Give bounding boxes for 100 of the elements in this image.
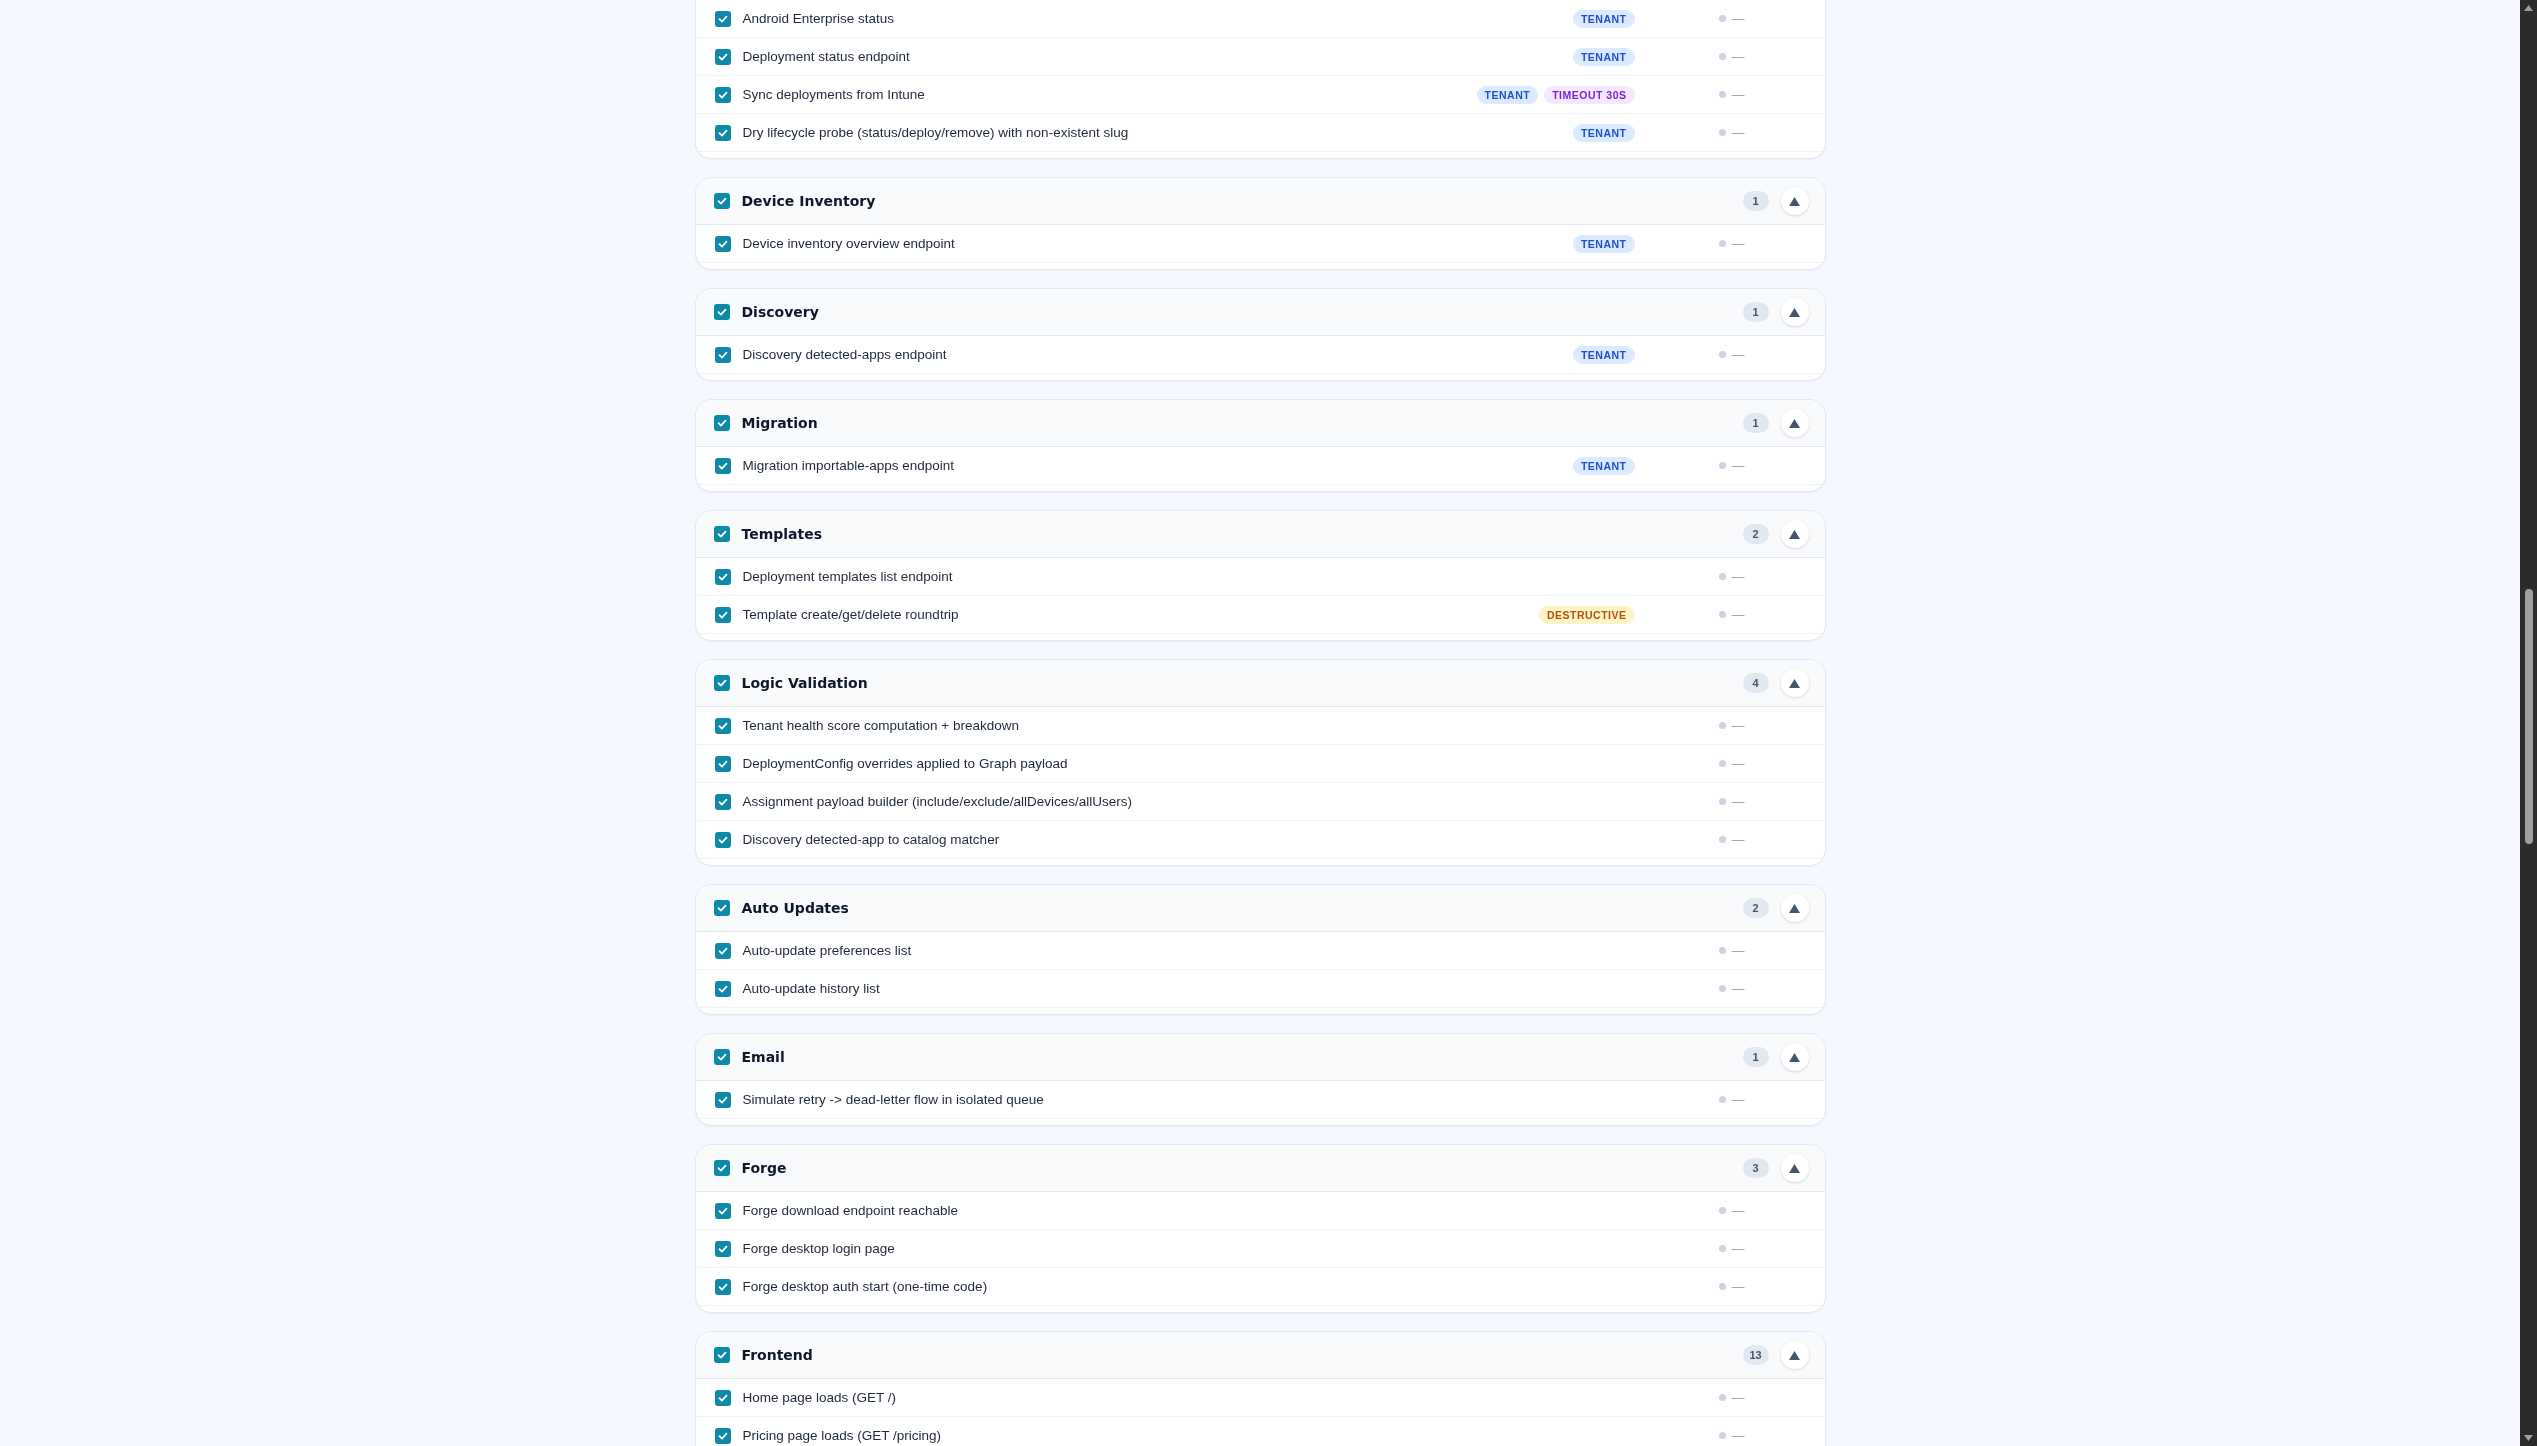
result-text: — [1731,236,1745,251]
test-checkbox[interactable] [714,10,731,27]
collapse-button[interactable] [1780,1043,1809,1071]
scrollbar[interactable] [2520,0,2537,1446]
test-checkbox[interactable] [714,793,731,810]
count-badge: 1 [1742,191,1769,211]
test-checkbox[interactable] [714,980,731,997]
group-title: Logic Validation [741,675,869,691]
group-title: Device Inventory [741,193,877,209]
result-text: — [1731,1428,1745,1443]
test-checkbox[interactable] [714,942,731,959]
test-checkbox[interactable] [714,86,731,103]
status-dot [1718,240,1726,247]
status-dot [1718,129,1726,136]
status-dot [1718,1283,1726,1290]
test-label: Discovery detected-app to catalog matcher [742,832,1001,847]
status-dot [1718,798,1726,805]
test-label: Auto-update preferences list [742,943,913,958]
checkmark-icon [715,417,728,429]
test-checkbox[interactable] [714,1240,731,1257]
test-checkbox[interactable] [714,457,731,474]
count-badge: 1 [1742,1047,1769,1067]
result-text: — [1731,981,1745,996]
test-checkbox[interactable] [714,568,731,585]
group-checkbox[interactable] [713,675,730,691]
test-label: DeploymentConfig overrides applied to Graph payload [742,756,1069,771]
test-checkbox[interactable] [714,831,731,848]
checkmark-icon [715,1162,728,1174]
status-dot [1718,1207,1726,1214]
test-checkbox[interactable] [714,1091,731,1108]
tenant-tag: TENANT [1572,9,1635,28]
tenant-tag: TENANT [1572,345,1635,364]
checkmark-icon [715,528,728,540]
test-checkbox[interactable] [714,1427,731,1444]
count-badge: 1 [1742,302,1769,322]
test-label: Pricing page loads (GET /pricing) [742,1428,943,1443]
triangle-up-icon [1789,196,1800,206]
test-checkbox[interactable] [714,124,731,141]
destructive-tag: DESTRUCTIVE [1538,605,1635,624]
group-title: Email [741,1049,786,1065]
result-text: — [1731,718,1745,733]
result-text: — [1731,794,1745,809]
count-badge: 1 [1742,413,1769,433]
group-checkbox[interactable] [713,415,730,431]
count-badge: 4 [1742,673,1769,693]
status-dot [1718,985,1726,992]
tenant-tag: TENANT [1476,85,1539,104]
triangle-up-icon [1789,307,1800,317]
status-dot [1718,760,1726,767]
collapse-button[interactable] [1780,1154,1809,1182]
status-dot [1718,947,1726,954]
collapse-button[interactable] [1780,520,1809,548]
checkmark-icon [715,306,728,318]
collapse-button[interactable] [1780,409,1809,437]
test-checkbox[interactable] [714,48,731,65]
status-dot [1718,1432,1726,1439]
group-checkbox[interactable] [713,900,730,916]
test-checkbox[interactable] [714,717,731,734]
group-title: Migration [741,415,819,431]
collapse-button[interactable] [1780,1341,1809,1369]
test-checkbox[interactable] [714,235,731,252]
collapse-button[interactable] [1780,187,1809,215]
triangle-up-icon [1789,1052,1800,1062]
group-title: Templates [741,526,824,542]
tenant-tag: TENANT [1572,456,1635,475]
triangle-up-icon [1789,1163,1800,1173]
result-text: — [1731,756,1745,771]
test-checkbox[interactable] [714,346,731,363]
count-badge: 2 [1742,524,1769,544]
triangle-up-icon [1789,529,1800,539]
group-checkbox[interactable] [713,1160,730,1176]
status-dot [1718,1394,1726,1401]
checkmark-icon [715,1349,728,1361]
test-label: Home page loads (GET /) [742,1390,898,1405]
group-title: Discovery [741,304,820,320]
test-label: Simulate retry -> dead-letter flow in isolated queue [742,1092,1045,1107]
result-text: — [1731,943,1745,958]
status-dot [1718,836,1726,843]
test-checkbox[interactable] [714,755,731,772]
group-checkbox[interactable] [713,526,730,542]
test-checkbox[interactable] [714,606,731,623]
test-label: Tenant health score computation + breakdown [742,718,1021,733]
test-checkbox[interactable] [714,1202,731,1219]
scrollbar-thumb[interactable] [2524,589,2533,844]
result-text: — [1731,832,1745,847]
test-checkbox[interactable] [714,1389,731,1406]
scroll-down-icon[interactable] [2524,1435,2533,1441]
collapse-button[interactable] [1780,298,1809,326]
test-label: Assignment payload builder (include/exclude/allDevices/allUsers) [742,794,1133,809]
group-checkbox[interactable] [713,193,730,209]
result-text: — [1731,1092,1745,1107]
collapse-button[interactable] [1780,894,1809,922]
test-checkbox[interactable] [714,1278,731,1295]
result-text: — [1731,458,1745,473]
group-checkbox[interactable] [713,1347,730,1363]
scroll-up-icon[interactable] [2524,5,2533,11]
status-dot [1718,462,1726,469]
collapse-button[interactable] [1780,669,1809,697]
group-checkbox[interactable] [713,1049,730,1065]
group-checkbox[interactable] [713,304,730,320]
